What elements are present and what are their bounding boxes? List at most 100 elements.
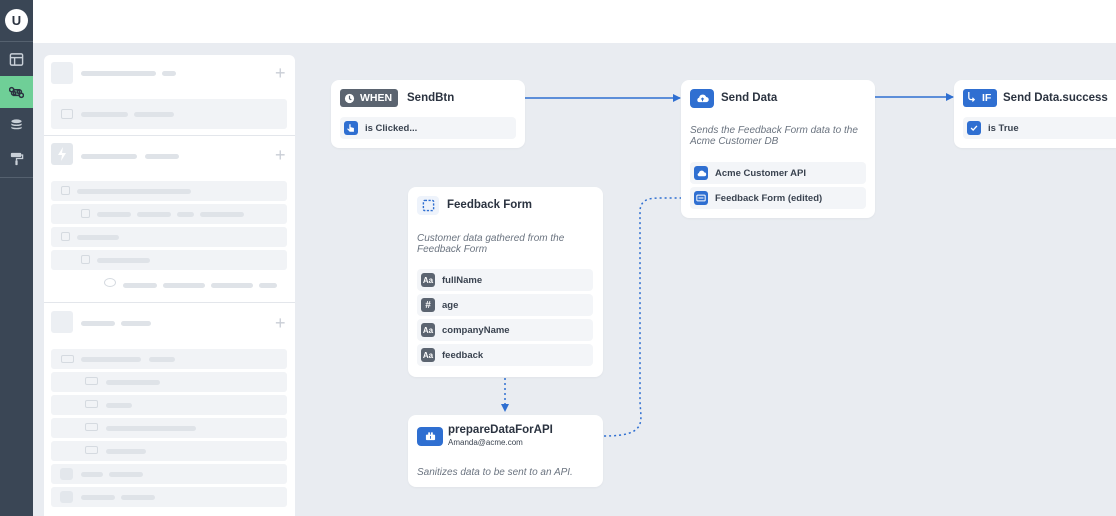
form-data-label: Feedback Form (edited) [715, 192, 823, 204]
field-row-fullname[interactable]: Aa fullName [417, 269, 593, 291]
field-label: fullName [442, 274, 483, 286]
skeleton-line [259, 283, 277, 288]
form-data-row[interactable]: Feedback Form (edited) [690, 187, 866, 209]
skeleton-icon [85, 423, 98, 431]
rail-divider [0, 177, 33, 178]
function-icon [417, 427, 443, 446]
api-resource-label: Acme Customer API [715, 167, 806, 179]
add-icon[interactable]: + [275, 64, 286, 82]
skeleton-line [81, 321, 115, 326]
connector-prep-to-send [603, 194, 691, 437]
database-icon[interactable] [0, 109, 33, 141]
command-icon[interactable] [0, 76, 33, 108]
skeleton-line [106, 380, 160, 385]
skeleton-icon [85, 377, 98, 385]
skeleton-line [106, 403, 132, 408]
skeleton-line [200, 212, 244, 217]
top-bar [33, 0, 1116, 43]
skeleton-icon [61, 109, 73, 119]
field-label: feedback [442, 349, 484, 361]
skeleton-line [106, 449, 146, 454]
lightning-icon [51, 143, 73, 165]
prepare-data-title: prepareDataForAPI [448, 424, 553, 436]
text-field-icon: Aa [421, 348, 435, 362]
skeleton-line [81, 472, 103, 477]
event-label: is Clicked... [365, 122, 418, 134]
checkbox-icon [967, 121, 981, 135]
skeleton-icon [61, 186, 70, 195]
skeleton-line [77, 235, 119, 240]
field-row-feedback[interactable]: Aa feedback [417, 344, 593, 366]
skeleton-line [149, 357, 175, 362]
if-card-title: Send Data.success [1003, 92, 1108, 104]
pointer-icon [344, 121, 358, 135]
rail-divider [0, 41, 33, 42]
skeleton-line [162, 71, 176, 76]
when-badge: WHEN [340, 89, 399, 107]
paint-roller-icon[interactable] [0, 142, 33, 174]
prepare-data-card[interactable]: prepareDataForAPI Amanda@acme.com Saniti… [408, 415, 603, 487]
condition-label: is True [988, 122, 1019, 134]
field-row-age[interactable]: # age [417, 294, 593, 316]
field-label: age [442, 299, 459, 311]
left-rail: U [0, 0, 33, 516]
field-row-companyname[interactable]: Aa companyName [417, 319, 593, 341]
skeleton-line [137, 212, 171, 217]
skeleton-line [163, 283, 205, 288]
form-icon [694, 191, 708, 205]
skeleton-line [109, 472, 143, 477]
skeleton-icon [81, 255, 90, 264]
skeleton-line [81, 71, 156, 76]
skeleton-line [106, 426, 196, 431]
send-data-card[interactable]: Send Data Sends the Feedback Form data t… [681, 80, 875, 218]
section-icon-placeholder [51, 62, 73, 84]
text-field-icon: Aa [421, 273, 435, 287]
when-trigger-card[interactable]: WHEN SendBtn is Clicked... [331, 80, 525, 148]
form-frame-icon [417, 196, 439, 215]
skeleton-line [121, 321, 151, 326]
add-icon[interactable]: + [275, 314, 286, 332]
branch-arrow-icon [967, 91, 977, 105]
cloud-upload-icon [690, 89, 714, 108]
skeleton-line [97, 212, 131, 217]
feedback-form-title: Feedback Form [447, 199, 532, 211]
components-panel: + + + [44, 55, 295, 516]
when-card-title: SendBtn [407, 92, 455, 104]
send-data-description: Sends the Feedback Form data to the Acme… [690, 125, 858, 147]
skeleton-line [211, 283, 253, 288]
skeleton-icon [61, 355, 74, 363]
event-row[interactable]: is Clicked... [340, 117, 516, 139]
section-icon-placeholder [51, 311, 73, 333]
add-icon[interactable]: + [275, 146, 286, 164]
skeleton-line [134, 112, 174, 117]
skeleton-line [145, 154, 179, 159]
skeleton-line [81, 357, 141, 362]
skeleton-line [81, 495, 115, 500]
if-badge: IF [963, 89, 998, 107]
skeleton-line [177, 212, 194, 217]
skeleton-icon [60, 468, 73, 480]
cloud-icon [694, 166, 708, 180]
skeleton-line [81, 112, 128, 117]
skeleton-icon [61, 232, 70, 241]
skeleton-line [81, 154, 137, 159]
condition-row[interactable]: is True [963, 117, 1116, 139]
panel-section: + [44, 55, 295, 136]
field-label: companyName [442, 324, 510, 336]
clock-icon [344, 93, 355, 104]
skeleton-icon [85, 400, 98, 408]
layout-icon[interactable] [0, 43, 33, 75]
skeleton-icon [60, 491, 73, 503]
prepare-data-description: Sanitizes data to be sent to an API. [417, 467, 573, 478]
skeleton-line [123, 283, 157, 288]
api-resource-row[interactable]: Acme Customer API [690, 162, 866, 184]
if-condition-card[interactable]: IF Send Data.success is True [954, 80, 1116, 148]
app-logo[interactable]: U [5, 9, 28, 32]
owner-email: Amanda@acme.com [448, 438, 523, 447]
feedback-form-card[interactable]: Feedback Form Customer data gathered fro… [408, 187, 603, 377]
feedback-form-description: Customer data gathered from the Feedback… [417, 233, 565, 255]
skeleton-icon [81, 209, 90, 218]
skeleton-line [121, 495, 155, 500]
panel-section: + [44, 303, 295, 516]
skeleton-line [97, 258, 150, 263]
